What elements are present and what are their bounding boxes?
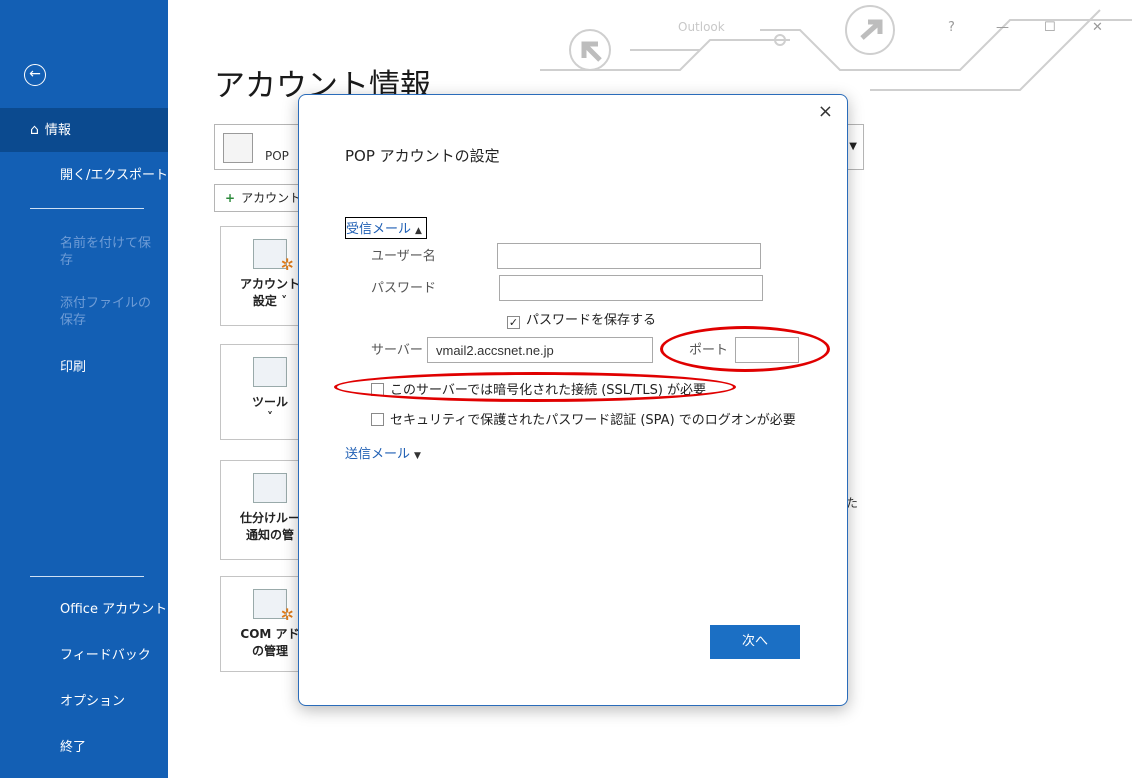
incoming-mail-toggle[interactable]: 受信メール ▲ [345, 217, 427, 239]
sidebar-divider [30, 208, 144, 209]
server-label: サーバー [371, 343, 423, 358]
spa-label: セキュリティで保護されたパスワード認証 (SPA) でのログオンが必要 [390, 413, 796, 428]
help-icon[interactable]: ? [948, 20, 955, 35]
spa-checkbox[interactable] [371, 413, 384, 426]
mailbox-icon [223, 133, 253, 163]
sidebar-item-print[interactable]: 印刷 [0, 346, 168, 390]
username-field[interactable] [497, 243, 761, 269]
plus-icon: + [225, 191, 236, 205]
rules-icon [253, 473, 287, 503]
gear-icon: ✲ [280, 605, 294, 624]
sidebar-item-options[interactable]: オプション [0, 680, 168, 724]
maximize-icon[interactable]: ☐ [1044, 20, 1056, 35]
sidebar-divider [30, 576, 144, 577]
spa-row[interactable]: セキュリティで保護されたパスワード認証 (SPA) でのログオンが必要 [371, 409, 796, 428]
home-icon: ⌂ [30, 122, 39, 138]
com-addins-icon: ✲ [253, 589, 294, 624]
chevron-up-icon: ▲ [415, 226, 422, 236]
account-selector-text: POP [265, 149, 289, 163]
gear-icon: ✲ [280, 255, 294, 274]
add-account-label: アカウント [241, 191, 302, 205]
password-field[interactable] [499, 275, 763, 301]
username-label: ユーザー名 [371, 249, 436, 264]
title-bar: Outlook ? — ☐ ✕ [168, 0, 1132, 40]
sidebar-item-feedback[interactable]: フィードバック [0, 634, 168, 678]
back-arrow-icon[interactable]: ← [24, 64, 46, 86]
dialog-title: POP アカウントの設定 [345, 147, 500, 165]
chevron-down-icon: ▼ [414, 451, 421, 461]
backstage-sidebar: ← ⌂ 情報 開く/エクスポート 名前を付けて保存 添付ファイルの保存 印刷 Of… [0, 0, 168, 778]
minimize-icon[interactable]: — [996, 20, 1009, 35]
port-highlight-ellipse [660, 326, 830, 372]
app-title: Outlook [678, 20, 725, 34]
password-label: パスワード [371, 281, 437, 296]
save-password-checkbox[interactable]: ✓ [507, 316, 520, 329]
tools-icon [253, 357, 287, 387]
incoming-mail-label: 受信メール [346, 222, 412, 237]
chevron-down-icon: ▼ [849, 141, 857, 152]
sidebar-item-save-as: 名前を付けて保存 [60, 236, 152, 268]
next-button[interactable]: 次へ [710, 625, 800, 659]
sidebar-item-office-account[interactable]: Office アカウント [0, 588, 168, 632]
outgoing-mail-toggle[interactable]: 送信メール ▼ [345, 443, 421, 462]
sidebar-item-exit[interactable]: 終了 [0, 726, 168, 770]
account-settings-icon: ✲ [253, 239, 294, 274]
sidebar-item-save-attachments: 添付ファイルの保存 [60, 296, 152, 328]
sidebar-item-label: 情報 [44, 123, 71, 138]
window-close-icon[interactable]: ✕ [1092, 20, 1103, 35]
sidebar-item-open-export[interactable]: 開く/エクスポート [0, 154, 168, 198]
save-password-label: パスワードを保存する [526, 313, 657, 328]
dialog-close-button[interactable]: × [818, 101, 833, 122]
server-field[interactable] [427, 337, 653, 363]
save-password-row[interactable]: ✓ パスワードを保存する [507, 309, 656, 329]
sidebar-item-info[interactable]: ⌂ 情報 [0, 108, 168, 152]
ssl-highlight-ellipse [334, 372, 736, 402]
outgoing-mail-label: 送信メール [345, 447, 411, 462]
